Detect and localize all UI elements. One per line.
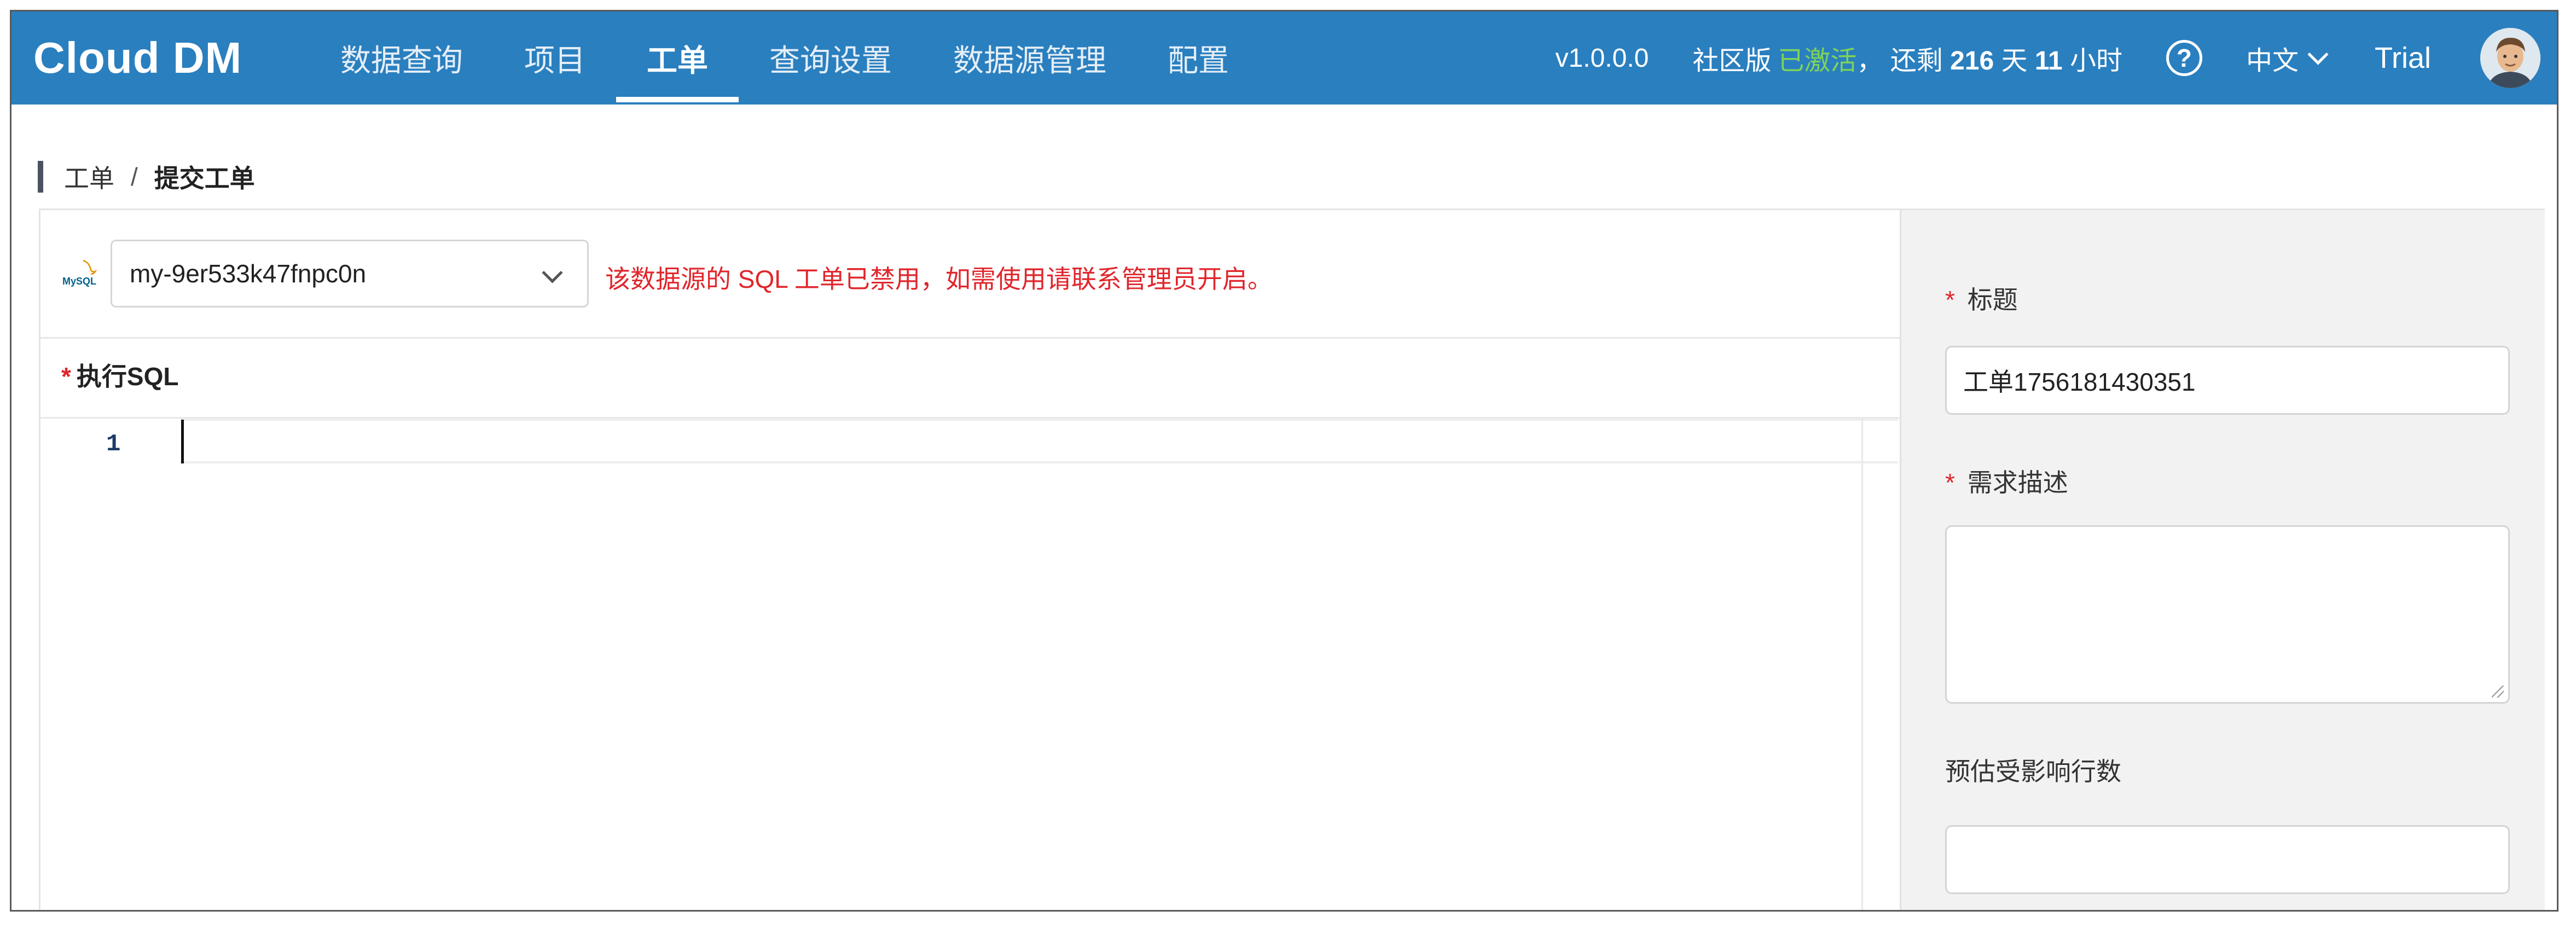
header-right: v1.0.0.0 社区版 已激活， 还剩 216 天 11 小时 ? 中文 Tri… — [1556, 11, 2540, 105]
nav-item-work-orders[interactable]: 工单 — [616, 11, 739, 105]
license-status: 社区版 已激活， 还剩 216 天 11 小时 — [1692, 39, 2122, 77]
app-logo[interactable]: Cloud DM — [33, 33, 242, 83]
sql-editor[interactable]: 1 — [40, 417, 1900, 910]
datasource-selected-value: my-9er533k47fnpc0n — [130, 259, 367, 288]
title-input[interactable]: 工单1756181430351 — [1945, 346, 2510, 415]
avatar[interactable] — [2480, 28, 2540, 88]
text-cursor — [181, 420, 184, 463]
sql-section: MySQL my-9er533k47fnpc0n 该数据源的 SQL 工单已禁用… — [40, 210, 1900, 910]
nav-item-data-query[interactable]: 数据查询 — [310, 11, 494, 105]
nav-item-config[interactable]: 配置 — [1137, 11, 1260, 105]
sql-label: * 执行SQL — [61, 357, 178, 393]
title-label: * 标题 — [1945, 280, 2018, 316]
submit-work-order-panel: MySQL my-9er533k47fnpc0n 该数据源的 SQL 工单已禁用… — [39, 208, 2545, 910]
top-navbar: Cloud DM 数据查询 项目 工单 查询设置 数据源管理 配置 v1.0.0… — [11, 11, 2557, 105]
breadcrumb-separator: / — [131, 163, 138, 191]
nav-item-query-settings[interactable]: 查询设置 — [739, 11, 923, 105]
description-textarea[interactable] — [1945, 525, 2510, 704]
work-order-form: * 标题 工单1756181430351 * 需求描述 预估受影响行数 — [1900, 210, 2545, 910]
line-number: 1 — [106, 431, 121, 458]
remaining-prefix: ， 还剩 — [1856, 47, 1943, 76]
version-label: v1.0.0.0 — [1555, 43, 1649, 73]
datasource-row: MySQL my-9er533k47fnpc0n 该数据源的 SQL 工单已禁用… — [40, 210, 1900, 339]
remaining-days: 216 — [1950, 47, 1994, 76]
chevron-down-icon — [2307, 43, 2329, 65]
active-line-highlight — [180, 419, 1898, 463]
resize-grip-icon[interactable] — [2492, 686, 2504, 698]
affected-rows-input[interactable] — [1945, 825, 2510, 894]
description-label-text: 需求描述 — [1967, 468, 2068, 497]
activated-label: 已激活 — [1778, 47, 1857, 76]
hours-unit: 小时 — [2069, 47, 2122, 76]
nav-item-projects[interactable]: 项目 — [494, 11, 616, 105]
trial-label[interactable]: Trial — [2375, 41, 2431, 75]
breadcrumb-marker — [38, 161, 43, 193]
language-label: 中文 — [2246, 47, 2299, 76]
description-label: * 需求描述 — [1945, 463, 2068, 499]
required-mark: * — [61, 362, 71, 391]
title-label-text: 标题 — [1967, 286, 2018, 314]
chevron-down-icon — [542, 262, 563, 283]
required-mark: * — [1945, 286, 1955, 314]
remaining-hours: 11 — [2034, 47, 2063, 76]
sql-label-text: 执行SQL — [76, 362, 179, 391]
user-avatar-icon — [2480, 28, 2540, 88]
days-unit: 天 — [2001, 47, 2028, 76]
help-icon[interactable]: ? — [2166, 40, 2202, 76]
language-selector[interactable]: 中文 — [2246, 39, 2329, 77]
datasource-warning: 该数据源的 SQL 工单已禁用，如需使用请联系管理员开启。 — [605, 265, 1273, 293]
mysql-icon: MySQL — [61, 258, 100, 289]
svg-text:MySQL: MySQL — [62, 276, 96, 287]
app-window: Cloud DM 数据查询 项目 工单 查询设置 数据源管理 配置 v1.0.0… — [10, 10, 2558, 912]
datasource-select[interactable]: my-9er533k47fnpc0n — [111, 240, 589, 308]
main-nav: 数据查询 项目 工单 查询设置 数据源管理 配置 — [310, 11, 1260, 105]
edition-label: 社区版 — [1692, 47, 1772, 76]
breadcrumb-current: 提交工单 — [154, 164, 255, 193]
affected-rows-label: 预估受影响行数 — [1945, 757, 2121, 786]
required-mark: * — [1945, 468, 1955, 497]
breadcrumb: 工单 / 提交工单 — [38, 159, 255, 195]
editor-scrollbar[interactable] — [1861, 419, 1863, 910]
breadcrumb-root[interactable]: 工单 — [64, 159, 114, 195]
nav-item-datasource-management[interactable]: 数据源管理 — [923, 11, 1137, 105]
